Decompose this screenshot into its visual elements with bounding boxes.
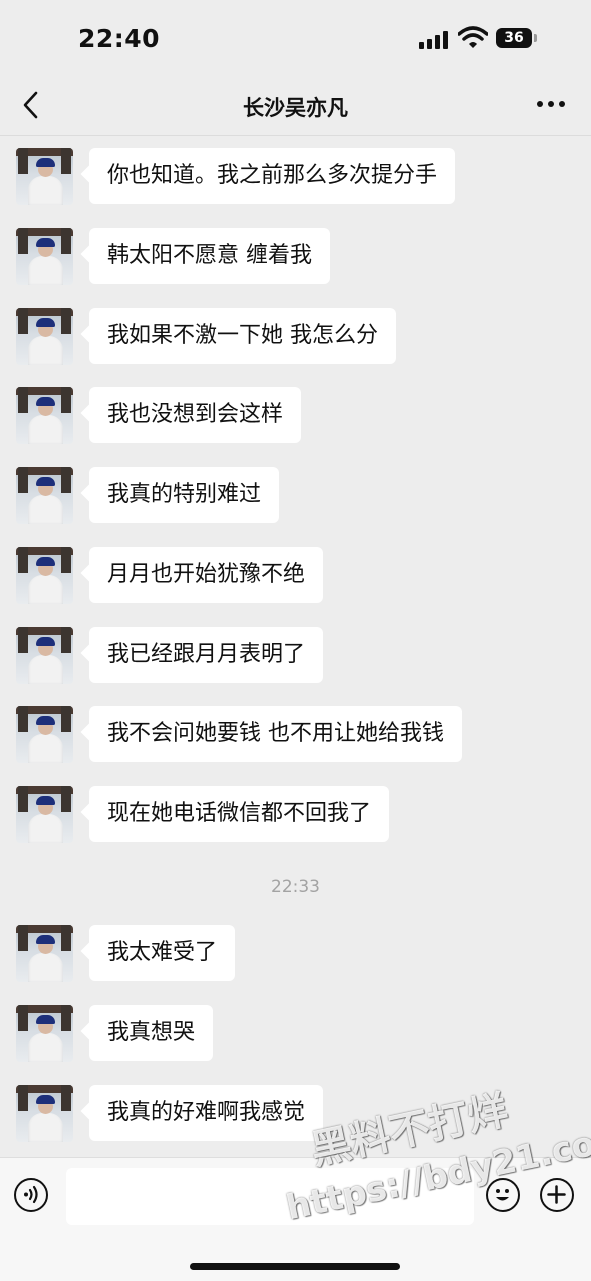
avatar[interactable] [16, 1085, 73, 1142]
message-row: 你也知道。我之前那么多次提分手 [0, 148, 591, 206]
avatar[interactable] [16, 706, 73, 763]
avatar[interactable] [16, 627, 73, 684]
avatar[interactable] [16, 1005, 73, 1062]
cellular-signal-icon [419, 31, 451, 49]
chat-title: 长沙吴亦凡 [243, 96, 348, 120]
message-bubble[interactable]: 你也知道。我之前那么多次提分手 [89, 148, 456, 204]
more-dots-icon[interactable] [537, 101, 567, 109]
avatar[interactable] [16, 387, 73, 444]
message-row: 我真的特别难过 [0, 467, 591, 525]
message-bubble[interactable]: 我不会问她要钱 也不用让她给我钱 [89, 706, 462, 762]
message-timestamp: 22:33 [271, 877, 320, 897]
status-time: 22:40 [78, 24, 161, 53]
message-row: 我也没想到会这样 [0, 387, 591, 445]
message-bubble[interactable]: 我真的特别难过 [89, 467, 280, 523]
message-row: 我如果不激一下她 我怎么分 [0, 308, 591, 366]
message-row: 月月也开始犹豫不绝 [0, 547, 591, 605]
avatar[interactable] [16, 547, 73, 604]
message-bubble[interactable]: 我也没想到会这样 [89, 387, 302, 443]
message-bubble[interactable]: 我已经跟月月表明了 [89, 627, 324, 683]
avatar[interactable] [16, 148, 73, 205]
avatar[interactable] [16, 308, 73, 365]
message-bubble[interactable]: 我太难受了 [89, 925, 236, 981]
message-bubble[interactable]: 月月也开始犹豫不绝 [89, 547, 324, 603]
avatar[interactable] [16, 925, 73, 982]
avatar[interactable] [16, 786, 73, 843]
voice-icon[interactable] [14, 1178, 48, 1212]
message-row: 现在她电话微信都不回我了 [0, 786, 591, 844]
message-bubble[interactable]: 韩太阳不愿意 缠着我 [89, 228, 330, 284]
avatar[interactable] [16, 228, 73, 285]
avatar[interactable] [16, 467, 73, 524]
message-bubble[interactable]: 我如果不激一下她 我怎么分 [89, 308, 396, 364]
message-row: 我不会问她要钱 也不用让她给我钱 [0, 706, 591, 764]
message-row: 我真想哭 [0, 1005, 591, 1063]
message-row: 韩太阳不愿意 缠着我 [0, 228, 591, 286]
home-indicator [190, 1263, 400, 1270]
message-row: 我太难受了 [0, 925, 591, 983]
message-row: 我已经跟月月表明了 [0, 627, 591, 685]
chat-header: 长沙吴亦凡 [0, 80, 591, 136]
wifi-icon [458, 26, 488, 48]
message-bubble[interactable]: 现在她电话微信都不回我了 [89, 786, 390, 842]
battery-icon: 36 [496, 28, 537, 48]
message-bubble[interactable]: 我真想哭 [89, 1005, 214, 1061]
status-bar: 22:40 36 [0, 0, 591, 80]
